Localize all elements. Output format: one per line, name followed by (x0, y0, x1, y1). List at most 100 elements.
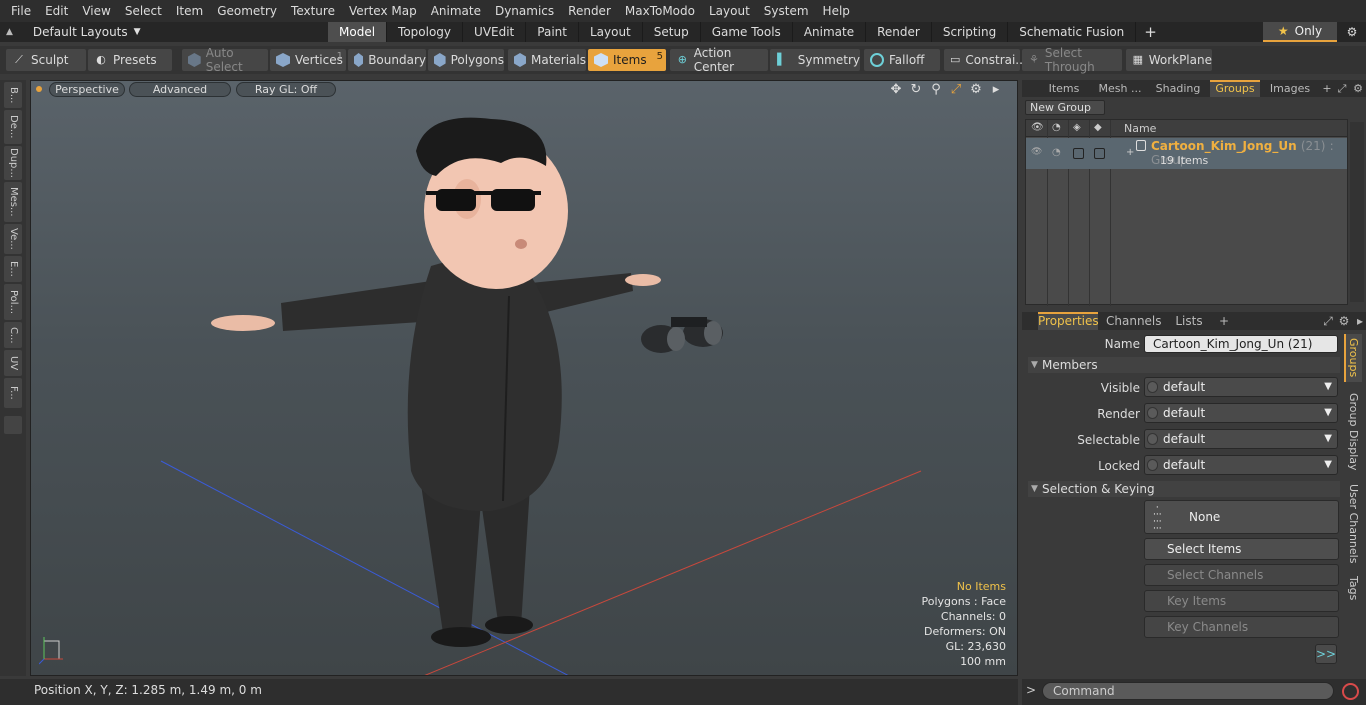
command-input[interactable]: Command (1042, 682, 1334, 700)
add-properties-tab-icon[interactable]: + (1218, 312, 1230, 330)
none-button[interactable]: · ··· ··· ··· None (1144, 500, 1339, 534)
menu-dynamics[interactable]: Dynamics (488, 0, 561, 22)
menu-vertex-map[interactable]: Vertex Map (342, 0, 424, 22)
render-icon[interactable]: ◔ (1052, 122, 1061, 133)
tab-images[interactable]: Images (1268, 80, 1312, 97)
tab-topology[interactable]: Topology (387, 22, 464, 42)
left-tab-polygon[interactable]: Pol... (4, 284, 22, 320)
left-tab-vertex[interactable]: Ve... (4, 224, 22, 254)
tab-layout[interactable]: Layout (579, 22, 643, 42)
selection-keying-section[interactable]: ▼ Selection & Keying (1028, 481, 1340, 497)
symmetry-button[interactable]: ▌ Symmetry (770, 49, 860, 71)
properties-menu-icon[interactable]: ▸ (1354, 312, 1366, 330)
menu-help[interactable]: Help (816, 0, 857, 22)
tab-lists[interactable]: Lists (1168, 312, 1210, 330)
tab-shading[interactable]: Shading (1152, 80, 1204, 97)
menu-texture[interactable]: Texture (284, 0, 342, 22)
left-tab-edge[interactable]: E... (4, 256, 22, 282)
lock-cube-icon[interactable]: ◆ (1094, 122, 1102, 133)
expand-properties-icon[interactable]: ⤢ (1322, 312, 1334, 330)
left-tab-uv[interactable]: UV (4, 350, 22, 376)
tab-animate[interactable]: Animate (793, 22, 867, 42)
constraints-button[interactable]: ▭ Constrai... (944, 49, 1027, 71)
visibility-eye-icon[interactable]: 👁 (1031, 122, 1044, 133)
tab-properties[interactable]: Properties (1038, 312, 1099, 330)
tab-channels[interactable]: Channels (1106, 312, 1162, 330)
tab-mesh[interactable]: Mesh ... (1094, 80, 1146, 97)
falloff-button[interactable]: Falloff (864, 49, 940, 71)
polygons-button[interactable]: Polygons (428, 49, 504, 71)
menu-item[interactable]: Item (169, 0, 210, 22)
layout-dropdown[interactable]: ▲ Default Layouts ▼ (6, 22, 141, 42)
menu-animate[interactable]: Animate (424, 0, 488, 22)
tab-groups[interactable]: Groups (1210, 80, 1260, 97)
group-name-field[interactable]: Cartoon_Kim_Jong_Un (21) (1144, 335, 1338, 353)
tab-render[interactable]: Render (866, 22, 932, 42)
visible-dropdown[interactable]: default ▼ (1144, 377, 1338, 397)
select-through-button[interactable]: ⚘ Select Through (1022, 46, 1122, 74)
side-tab-user-channels[interactable]: User Channels (1344, 482, 1362, 566)
menu-system[interactable]: System (757, 0, 816, 22)
menu-render[interactable]: Render (561, 0, 618, 22)
menu-edit[interactable]: Edit (38, 0, 75, 22)
left-tab-duplicate[interactable]: Dup... (4, 146, 22, 180)
row-render-icon[interactable]: ◔ (1052, 147, 1061, 158)
left-strip-toggle[interactable] (4, 416, 22, 434)
tab-game-tools[interactable]: Game Tools (701, 22, 793, 42)
locked-dropdown[interactable]: default ▼ (1144, 455, 1338, 475)
vertices-button[interactable]: Vertices 1 (270, 49, 346, 71)
new-group-button[interactable]: New Group (1025, 100, 1105, 115)
locked-toggle[interactable] (1147, 459, 1158, 471)
render-toggle[interactable] (1147, 407, 1158, 419)
menu-geometry[interactable]: Geometry (210, 0, 284, 22)
menu-maxtomodo[interactable]: MaxToModo (618, 0, 702, 22)
expand-plus-icon[interactable]: + (1126, 147, 1134, 158)
boundary-button[interactable]: Boundary (348, 49, 426, 71)
collapse-icon[interactable]: ▲ (6, 22, 13, 42)
row-lock-checkbox[interactable] (1094, 148, 1105, 159)
tab-items[interactable]: Items (1044, 80, 1084, 97)
row-select-checkbox[interactable] (1073, 148, 1084, 159)
tab-uvedit[interactable]: UVEdit (463, 22, 527, 42)
tab-setup[interactable]: Setup (643, 22, 701, 42)
left-tab-deform[interactable]: De... (4, 110, 22, 144)
group-row[interactable]: 👁 ◔ + Cartoon_Kim_Jong_Un (21) : Group 1… (1026, 138, 1347, 169)
presets-button[interactable]: ◐ Presets (88, 49, 172, 71)
add-panel-tab-icon[interactable]: + (1322, 80, 1332, 97)
expand-panel-icon[interactable]: ⤢ (1336, 80, 1348, 97)
selectable-toggle[interactable] (1147, 433, 1158, 445)
record-icon[interactable] (1342, 683, 1359, 700)
3d-viewport[interactable]: Perspective Advanced Ray GL: Off ✥ ↻ ⚲ ⤢… (30, 80, 1018, 676)
auto-select-button[interactable]: Auto Select (182, 46, 268, 74)
menu-file[interactable]: File (4, 0, 38, 22)
tab-paint[interactable]: Paint (526, 22, 579, 42)
sculpt-button[interactable]: ⟋ Sculpt (6, 49, 86, 71)
more-button[interactable]: >> (1315, 644, 1337, 664)
materials-button[interactable]: Materials (508, 49, 586, 71)
left-tab-fusion[interactable]: F... (4, 378, 22, 408)
select-channels-button[interactable]: Select Channels (1144, 564, 1339, 586)
selectable-dropdown[interactable]: default ▼ (1144, 429, 1338, 449)
gear-icon[interactable]: ⚙ (1340, 22, 1364, 42)
left-tab-curve[interactable]: C... (4, 322, 22, 348)
left-tab-mesh-edit[interactable]: Mes... (4, 182, 22, 222)
menu-layout[interactable]: Layout (702, 0, 757, 22)
left-tab-basic[interactable]: B... (4, 82, 22, 108)
select-items-button[interactable]: Select Items (1144, 538, 1339, 560)
properties-gear-icon[interactable]: ⚙ (1338, 312, 1350, 330)
side-tab-group-display[interactable]: Group Display (1344, 386, 1362, 478)
render-dropdown[interactable]: default ▼ (1144, 403, 1338, 423)
members-section[interactable]: ▼ Members (1028, 357, 1340, 373)
key-channels-button[interactable]: Key Channels (1144, 616, 1339, 638)
tab-model[interactable]: Model (328, 22, 388, 42)
add-tab-plus-icon[interactable]: + (1136, 22, 1165, 42)
key-items-button[interactable]: Key Items (1144, 590, 1339, 612)
name-column-header[interactable]: Name (1124, 122, 1156, 135)
only-button[interactable]: ★ Only (1263, 22, 1337, 42)
items-button[interactable]: Items 5 (588, 49, 666, 71)
tab-scripting[interactable]: Scripting (932, 22, 1009, 42)
panel-gear-icon[interactable]: ⚙ (1352, 80, 1364, 97)
row-eye-icon[interactable]: 👁 (1031, 147, 1042, 157)
visible-toggle[interactable] (1147, 381, 1158, 393)
tab-schematic-fusion[interactable]: Schematic Fusion (1008, 22, 1137, 42)
